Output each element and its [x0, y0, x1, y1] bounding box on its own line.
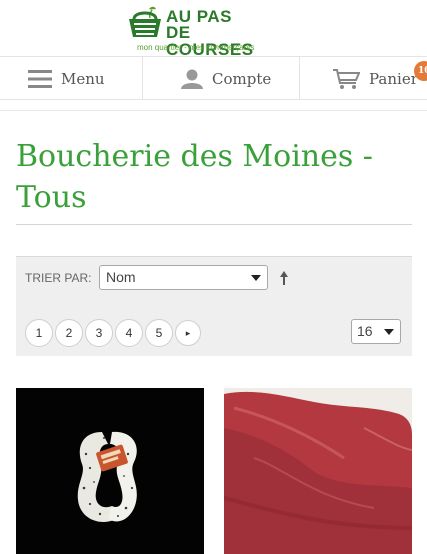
sort-select-value: Nom: [106, 269, 136, 285]
cart-count-badge: 10: [414, 61, 427, 81]
cart-button[interactable]: Panier 10: [299, 57, 427, 100]
page-button-1[interactable]: 1: [25, 319, 53, 347]
cart-icon: [332, 68, 360, 90]
logo-tagline: mon quartier - mes commerçants: [137, 43, 255, 52]
page-button-4[interactable]: 4: [115, 319, 143, 347]
items-per-page-value: 16: [357, 323, 373, 339]
site-logo[interactable]: AU PAS DE COURSES mon quartier - mes com…: [128, 4, 268, 58]
items-per-page-select[interactable]: 16: [351, 319, 401, 344]
page-button-2[interactable]: 2: [55, 319, 83, 347]
arrow-up-icon[interactable]: [279, 270, 289, 286]
cart-label: Panier: [369, 69, 418, 88]
main-navbar: Menu Compte Panier 10: [0, 56, 427, 100]
chevron-down-icon: [384, 329, 394, 335]
product-image-sausage[interactable]: [16, 388, 204, 554]
logo-text-line2: DE COURSES: [166, 23, 254, 59]
sausage-photo: [16, 388, 204, 554]
page-button-5[interactable]: 5: [145, 319, 173, 347]
basket-icon: [129, 6, 161, 37]
account-button[interactable]: Compte: [142, 57, 299, 100]
account-label: Compte: [212, 69, 272, 88]
product-toolbar: Trier par: Nom 1 2 3 4 5 ▸ 16: [16, 256, 412, 356]
page-button-3[interactable]: 3: [85, 319, 113, 347]
hamburger-icon: [28, 69, 52, 88]
logo-header: AU PAS DE COURSES mon quartier - mes com…: [0, 0, 427, 58]
next-page-button[interactable]: ▸: [175, 320, 201, 346]
beef-tenderloin-photo: [224, 388, 412, 554]
menu-label: Menu: [61, 69, 105, 88]
chevron-down-icon: [251, 275, 261, 281]
sort-select[interactable]: Nom: [99, 265, 268, 290]
sort-label: Trier par:: [25, 271, 92, 285]
product-image-beef[interactable]: [224, 388, 412, 554]
divider: [0, 101, 427, 111]
user-icon: [181, 69, 203, 89]
menu-button[interactable]: Menu: [0, 57, 142, 100]
page-title: Boucherie des Moines - Tous: [16, 139, 373, 215]
title-divider: [16, 224, 412, 225]
